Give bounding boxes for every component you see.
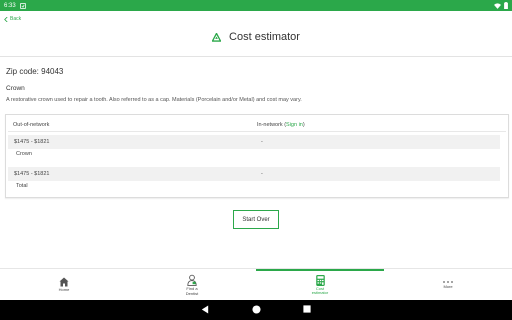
sign-in-link[interactable]: Sign in bbox=[286, 122, 303, 128]
nav-cost-estimator-label: Cost estimator bbox=[311, 286, 329, 296]
nav-more-label: More bbox=[443, 284, 453, 290]
out-of-network-cost: $1475 - $1821 bbox=[14, 139, 50, 145]
in-network-total: - bbox=[261, 171, 263, 177]
row-label-total: Total bbox=[16, 183, 28, 189]
system-home-icon[interactable] bbox=[252, 305, 261, 314]
calculator-icon bbox=[315, 274, 325, 286]
nav-more[interactable]: More bbox=[384, 269, 512, 301]
row-label-crown: Crown bbox=[16, 151, 32, 157]
in-network-cost: - bbox=[261, 139, 263, 145]
bottom-nav: Home Find a Dentist Cost estimator More bbox=[0, 268, 512, 300]
nav-cost-line2: estimator bbox=[311, 290, 329, 295]
start-over-button[interactable]: Start Over bbox=[233, 210, 279, 229]
nav-find-dentist-label: Find a Dentist bbox=[185, 286, 199, 296]
page-header: Cost estimator bbox=[0, 29, 512, 45]
out-of-network-total: $1475 - $1821 bbox=[14, 171, 50, 177]
back-chevron-icon bbox=[4, 16, 8, 22]
nav-find-dentist[interactable]: Find a Dentist bbox=[128, 269, 256, 301]
back-label: Back bbox=[10, 16, 22, 22]
nav-cost-estimator[interactable]: Cost estimator bbox=[256, 269, 384, 301]
battery-icon bbox=[504, 2, 508, 9]
nav-home-label: Home bbox=[58, 287, 70, 293]
procedure-description: A restorative crown used to repair a too… bbox=[6, 97, 302, 103]
column-header-out-of-network: Out-of-network bbox=[13, 122, 50, 128]
system-nav-bar bbox=[0, 300, 512, 320]
header-line bbox=[8, 131, 506, 132]
cost-table: Out-of-network In-network (Sign in) $147… bbox=[5, 114, 509, 198]
column-header-in-network: In-network (Sign in) bbox=[257, 122, 305, 128]
dentist-icon bbox=[187, 274, 197, 286]
system-back-icon[interactable] bbox=[201, 305, 209, 314]
in-network-label: In-network ( bbox=[257, 122, 287, 128]
header-divider bbox=[0, 56, 512, 57]
back-button[interactable]: Back bbox=[4, 16, 21, 22]
table-row: $1475 - $1821 - bbox=[8, 135, 500, 149]
status-time: 6:33 bbox=[4, 2, 16, 9]
in-network-suffix: ) bbox=[302, 122, 305, 128]
page-title: Cost estimator bbox=[229, 31, 300, 43]
zip-code: Zip code: 94043 bbox=[6, 67, 64, 76]
system-recents-icon[interactable] bbox=[303, 305, 311, 313]
table-row: $1475 - $1821 - bbox=[8, 167, 500, 181]
nav-find-dentist-line2: Dentist bbox=[185, 290, 199, 296]
nav-home[interactable]: Home bbox=[0, 269, 128, 301]
wifi-icon bbox=[494, 2, 501, 9]
estimator-logo-icon bbox=[212, 32, 222, 42]
procedure-name: Crown bbox=[6, 85, 25, 92]
notification-icon bbox=[19, 2, 26, 9]
status-bar: 6:33 bbox=[0, 0, 512, 11]
home-icon bbox=[59, 277, 69, 287]
